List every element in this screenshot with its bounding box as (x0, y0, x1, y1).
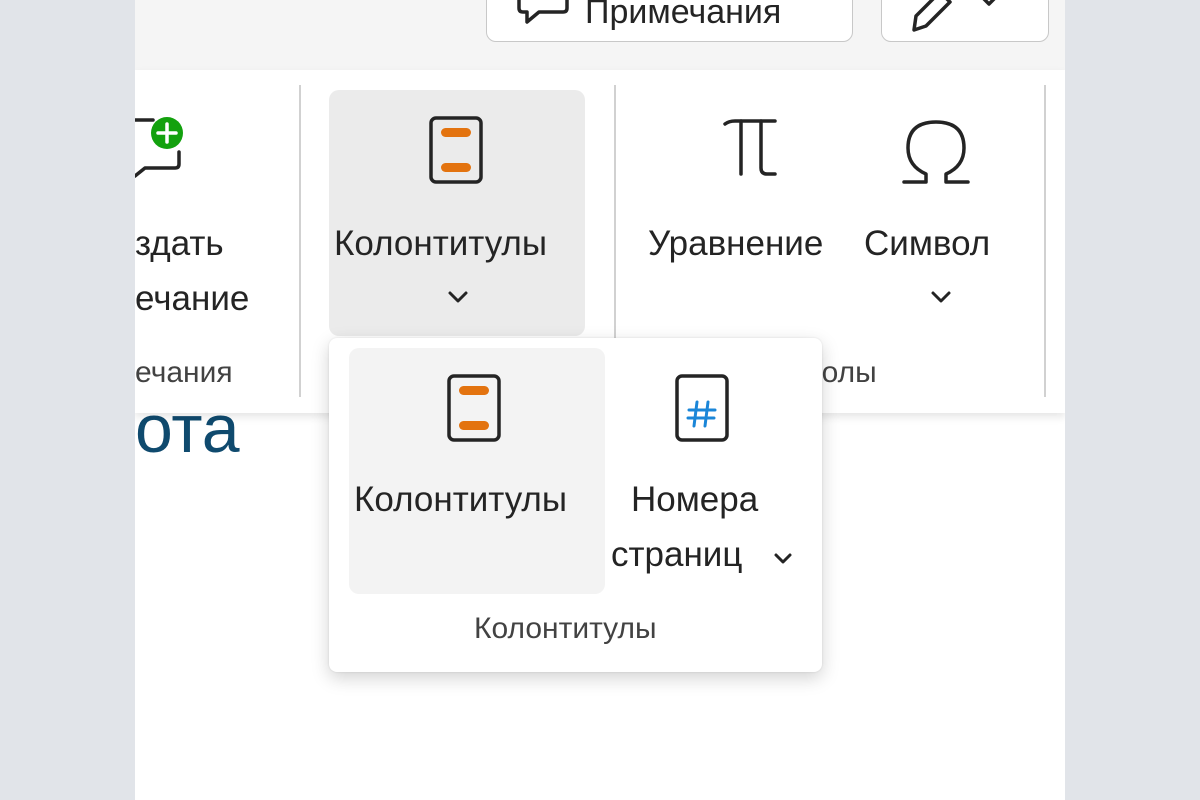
dropdown-group-label: Колонтитулы (474, 612, 657, 645)
comments-group-label: ечания (135, 356, 233, 389)
equation-button-label[interactable]: Уравнение (648, 226, 823, 261)
dropdown-item-label: Колонтитулы (354, 480, 568, 519)
ribbon-separator (299, 85, 301, 397)
chevron-down-icon[interactable] (930, 290, 952, 304)
header-footer-button[interactable]: Колонтитулы (329, 90, 585, 336)
chevron-down-icon (447, 290, 469, 304)
ribbon-separator (1044, 85, 1046, 397)
symbol-button-label[interactable]: Символ (864, 226, 990, 261)
comments-button-label: Примечания (585, 0, 782, 31)
dropdown-item-page-numbers[interactable]: Номера страниц (611, 348, 811, 594)
comment-icon (517, 0, 569, 32)
dropdown-item-header-footer[interactable]: Колонтитулы (349, 348, 605, 594)
editing-mode-button[interactable] (881, 0, 1049, 42)
chevron-down-icon (773, 552, 793, 566)
omega-icon[interactable] (900, 116, 972, 188)
header-footer-icon (445, 374, 505, 444)
new-comment-label-line1: здать (135, 224, 224, 263)
page-number-icon (673, 374, 733, 444)
dropdown-item-label-line1: Номера (631, 480, 759, 519)
app-window: Примечания ота здать ечание ечания Колон… (135, 0, 1065, 800)
top-bar: Примечания (135, 0, 1065, 70)
dropdown-item-label-line2: страниц (611, 535, 743, 574)
new-comment-icon[interactable] (135, 112, 195, 182)
pen-icon (910, 0, 954, 32)
header-footer-icon (427, 116, 487, 186)
comments-button[interactable]: Примечания (486, 0, 853, 42)
header-footer-dropdown: Колонтитулы Номера страниц Колонтитулы (329, 338, 822, 672)
chevron-down-icon (972, 0, 1006, 32)
pi-icon[interactable] (721, 118, 779, 180)
new-comment-label-line2: ечание (135, 279, 250, 318)
header-footer-button-label: Колонтитулы (334, 224, 548, 263)
